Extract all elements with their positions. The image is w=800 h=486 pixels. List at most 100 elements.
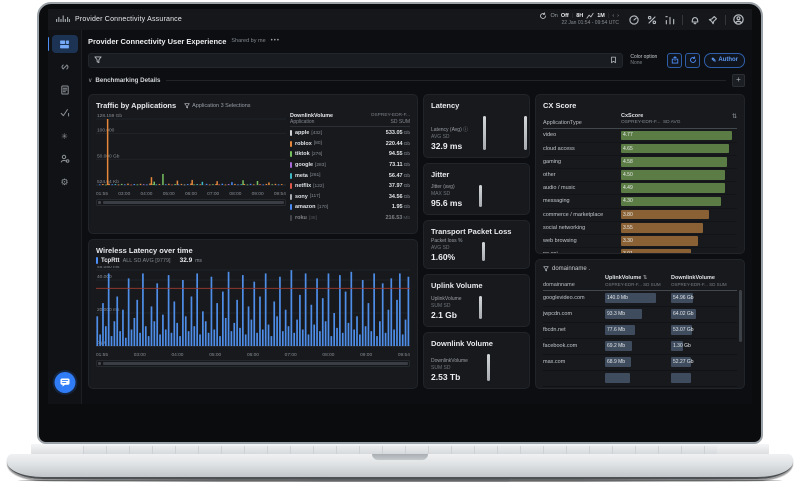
info-icon[interactable]: ⓘ <box>462 127 468 133</box>
wireless-panel-title: Wireless Latency over time <box>96 246 410 255</box>
user-avatar[interactable] <box>732 14 744 26</box>
kpi-title: Transport Packet Loss <box>431 227 522 236</box>
more-menu-button[interactable]: ••• <box>271 38 280 44</box>
traffic-chart-svg[interactable]: 128.159 Gb100.00050.000 Gb524.64 Kb <box>96 113 286 189</box>
chat-assistant-button[interactable] <box>54 372 75 393</box>
legend-row[interactable]: netflix[122]37.97Gb <box>290 181 410 192</box>
auto-refresh-on[interactable]: On <box>550 13 557 20</box>
insights-chart-icon[interactable] <box>664 14 676 26</box>
cx-table-row[interactable]: web browsing3.30 <box>543 235 737 248</box>
operations-icon[interactable] <box>646 14 658 26</box>
legend-app-value: 220.44Gb <box>386 141 410 147</box>
kpi-metric-label: Packet loss % <box>431 238 522 244</box>
auto-refresh-icon[interactable] <box>539 12 547 20</box>
pin-icon[interactable] <box>707 14 719 26</box>
domain-downlink-cell: 54.96 Gb <box>671 293 737 303</box>
sidebar-item-network[interactable]: ✳ <box>52 127 78 145</box>
granularity-selector[interactable]: 1M <box>597 13 605 20</box>
domains-scrollbar[interactable] <box>739 290 742 342</box>
domain-downlink-value: 53.07 Gb <box>673 327 694 333</box>
domainname-filter-chip[interactable]: domainname . <box>543 266 737 272</box>
cx-table-row[interactable]: other4.50 <box>543 169 737 182</box>
author-button[interactable]: ✎ Author <box>704 53 745 68</box>
traffic-chart[interactable]: 128.159 Gb100.00050.000 Gb524.64 Kb 01:5… <box>96 113 286 223</box>
gauge-icon[interactable] <box>628 14 640 26</box>
global-filter-input[interactable] <box>88 53 623 68</box>
traffic-scrollbar[interactable] <box>96 199 286 206</box>
domain-table-row[interactable]: jwpcdn.com93.3 Mb64.02 Gb <box>543 307 737 323</box>
sidebar-item-reports[interactable] <box>52 81 78 99</box>
downlink-column[interactable]: DownlinkVolume <box>671 275 737 282</box>
cx-table-row[interactable]: audio / music4.49 <box>543 182 737 195</box>
dashboard-icon <box>59 39 70 50</box>
legend-row[interactable]: tiktok[276]94.55Gb <box>290 149 410 160</box>
cx-score-bar: 4.30 <box>621 197 721 207</box>
cx-table-row[interactable]: gaming4.58 <box>543 156 737 169</box>
cx-score-bar: 3.30 <box>621 236 698 246</box>
legend-row[interactable]: apple[432]533.05Gb <box>290 128 410 139</box>
sort-filter-icon[interactable]: ⇅ <box>732 113 737 120</box>
kpi-aggregation: SUM SD <box>431 303 522 309</box>
bookmark-icon[interactable] <box>610 56 617 64</box>
sidebar-item-connections[interactable] <box>52 58 78 76</box>
kpi-title: Jitter <box>431 170 522 179</box>
cx-apptype-column[interactable]: ApplicationType <box>543 120 621 126</box>
uplink-column[interactable]: UplinkVolume <box>605 275 641 281</box>
domain-column[interactable]: domainname <box>543 282 605 288</box>
share-button[interactable] <box>667 53 682 68</box>
wireless-chart-svg[interactable]: 46.080 ms40.00020.000 ms0 µs <box>96 266 410 350</box>
kpi-aggregation: AVG SD <box>431 245 522 251</box>
refresh-button[interactable] <box>685 53 700 68</box>
notifications-bell-icon[interactable] <box>689 14 701 26</box>
range-selector[interactable]: 8H <box>576 13 583 20</box>
topbar-actions <box>628 14 744 26</box>
cx-table-row[interactable]: cloud access4.65 <box>543 143 737 156</box>
legend-app-value: 73.11Gb <box>389 162 410 168</box>
cx-table-row[interactable]: messaging4.30 <box>543 195 737 208</box>
prev-range-button[interactable]: ‹ <box>612 13 614 20</box>
legend-row[interactable]: meta[261]56.47Gb <box>290 170 410 181</box>
domain-table-row[interactable] <box>543 371 737 387</box>
application-filter-chip[interactable]: Application 3 Selections <box>184 103 250 109</box>
legend-row[interactable]: roblox[80]220.44Gb <box>290 139 410 150</box>
sidebar-item-settings[interactable]: ⚙ <box>52 173 78 191</box>
auto-refresh-off[interactable]: Off <box>561 13 569 20</box>
sort-filter-icon[interactable]: ⇅ <box>643 275 648 281</box>
section-title[interactable]: Benchmarking Details <box>95 77 160 84</box>
legend-row[interactable]: sony[117]34.56Gb <box>290 192 410 203</box>
sidebar-item-dashboards[interactable] <box>52 35 78 53</box>
legend-row[interactable]: google[283]73.11Gb <box>290 160 410 171</box>
kpi-title: Latency <box>431 101 522 110</box>
left-sidebar: ✳ ⚙ <box>48 30 82 404</box>
color-option-value[interactable]: None <box>630 60 657 66</box>
legend-app-column[interactable]: Application <box>290 119 314 125</box>
wireless-scrollbar[interactable] <box>96 360 410 367</box>
domain-uplink-value: 140.0 Mb <box>607 295 628 301</box>
cx-table-row[interactable]: social networking3.55 <box>543 222 737 235</box>
next-range-button[interactable]: › <box>617 13 619 20</box>
domain-table-row[interactable]: max.com68.9 Mb52.27 Gb <box>543 355 737 371</box>
sidebar-item-flows[interactable] <box>52 104 78 122</box>
time-range-controls[interactable]: On Off | 8H 1M | ‹ › 22 Jan 01:54 - 09:5… <box>539 12 619 26</box>
domain-table-row[interactable]: facebook.com69.2 Mb1.30 Gb <box>543 339 737 355</box>
kpi-gauge-bar <box>479 296 482 319</box>
legend-row[interactable]: roku[38]216.53Mb <box>290 213 410 224</box>
color-option-control[interactable]: Color option None <box>630 54 657 66</box>
cx-table-row[interactable]: commerce / marketplace3.80 <box>543 209 737 222</box>
legend-row[interactable]: amazon[170]1.95Gb <box>290 202 410 213</box>
add-panel-button[interactable]: + <box>732 74 745 87</box>
domain-table-row[interactable]: googlevideo.com140.0 Mb54.96 Gb <box>543 291 737 307</box>
cx-table-row[interactable]: no sni3.01 <box>543 248 737 254</box>
wireless-legend[interactable]: TcpRtt ALL SD AVG [9779] 32.9 ms <box>96 257 410 264</box>
domain-uplink-value: 68.9 Mb <box>607 359 625 365</box>
panel-kpi-downlink-volume: Downlink VolumeDownlinkVolumeSUM SD2.53 … <box>423 332 530 389</box>
legend-swatch <box>290 204 292 210</box>
domain-table-row[interactable]: fbcdn.net77.6 Mb53.07 Gb <box>543 323 737 339</box>
kpi-value: 32.9 ms <box>431 141 522 151</box>
sidebar-item-user-admin[interactable] <box>52 150 78 168</box>
cx-score-bar: 4.49 <box>621 183 725 193</box>
chevron-down-icon[interactable]: ∨ <box>88 77 92 84</box>
page-header: Provider Connectivity User Experience Sh… <box>88 33 745 49</box>
kpi-metric: Jitter (avg)MAX SD95.6 ms <box>431 184 522 208</box>
cx-table-row[interactable]: video4.77 <box>543 129 737 142</box>
